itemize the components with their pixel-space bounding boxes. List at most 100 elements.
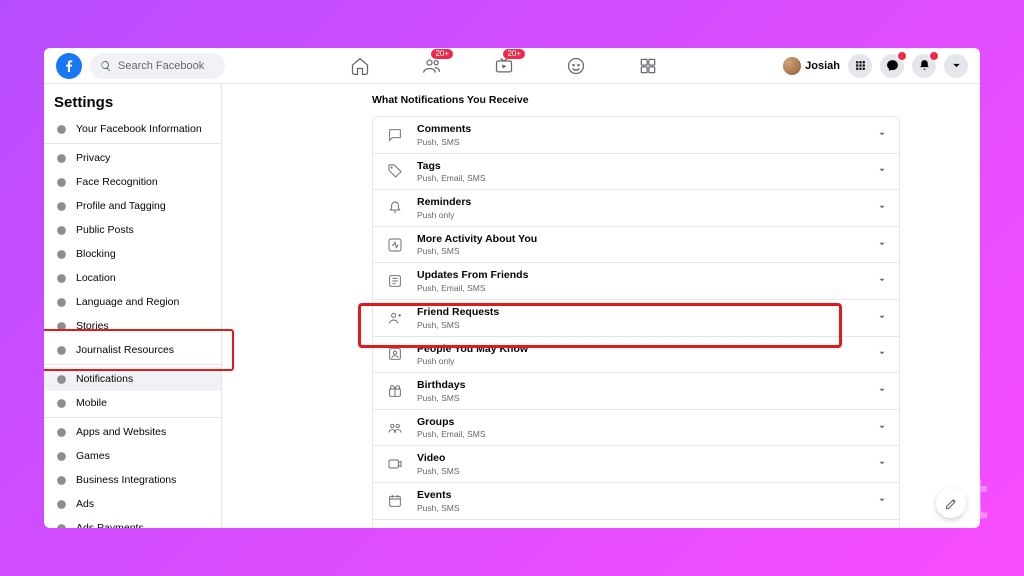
gift-icon <box>385 381 405 401</box>
sidebar-item-mobile[interactable]: Mobile <box>44 391 221 415</box>
notification-subtitle: Push, SMS <box>417 393 865 403</box>
messenger-button[interactable] <box>880 54 904 78</box>
sidebar-item-apps-and-websites[interactable]: Apps and Websites <box>44 420 221 444</box>
sidebar-item-ads[interactable]: Ads <box>44 492 221 516</box>
notification-subtitle: Push, Email, SMS <box>417 173 865 183</box>
sidebar-item-label: Public Posts <box>76 224 134 236</box>
notification-row-people-you-may-know[interactable]: People You May KnowPush only <box>373 337 899 374</box>
sidebar-item-icon <box>54 271 68 285</box>
notification-title: Groups <box>417 416 865 429</box>
sidebar-item-label: Stories <box>76 320 109 332</box>
sidebar-item-business-integrations[interactable]: Business Integrations <box>44 468 221 492</box>
notification-row-reminders[interactable]: RemindersPush only <box>373 190 899 227</box>
sidebar-item-label: Notifications <box>76 373 133 385</box>
people-icon <box>385 344 405 364</box>
sidebar-item-face-recognition[interactable]: Face Recognition <box>44 170 221 194</box>
notification-row-birthdays[interactable]: BirthdaysPush, SMS <box>373 373 899 410</box>
notification-title: More Activity About You <box>417 233 865 246</box>
chevron-down-icon <box>877 419 887 437</box>
tag-icon <box>385 161 405 181</box>
right-icons: Josiah <box>783 54 968 78</box>
sidebar-item-label: Location <box>76 272 116 284</box>
sidebar-item-label: Journalist Resources <box>76 344 174 356</box>
search-placeholder: Search Facebook <box>118 60 204 72</box>
chevron-down-icon <box>877 492 887 510</box>
sidebar-title: Settings <box>44 90 221 117</box>
sidebar-item-privacy[interactable]: Privacy <box>44 146 221 170</box>
nav-groups[interactable] <box>565 55 587 77</box>
profile-chip[interactable]: Josiah <box>783 57 840 75</box>
notification-subtitle: Push only <box>417 356 865 366</box>
sidebar-item-stories[interactable]: Stories <box>44 314 221 338</box>
sidebar-item-icon <box>54 122 68 136</box>
sidebar-item-icon <box>54 396 68 410</box>
notification-row-video[interactable]: VideoPush, SMS <box>373 446 899 483</box>
sidebar-item-icon <box>54 521 68 528</box>
notification-title: Birthdays <box>417 379 865 392</box>
chevron-down-icon <box>877 272 887 290</box>
notification-row-updates-from-friends[interactable]: Updates From FriendsPush, Email, SMS <box>373 263 899 300</box>
notification-text: Updates From FriendsPush, Email, SMS <box>417 269 865 293</box>
nav-watch-badge: 20+ <box>503 49 525 60</box>
sidebar-item-public-posts[interactable]: Public Posts <box>44 218 221 242</box>
notification-row-groups[interactable]: GroupsPush, Email, SMS <box>373 410 899 447</box>
sidebar-item-games[interactable]: Games <box>44 444 221 468</box>
sidebar-item-icon <box>54 372 68 386</box>
notification-title: Pages You Manage <box>417 526 865 528</box>
search-input[interactable]: Search Facebook <box>90 53 225 79</box>
notification-text: Friend RequestsPush, SMS <box>417 306 865 330</box>
sidebar-item-label: Business Integrations <box>76 474 176 486</box>
sidebar-item-label: Your Facebook Information <box>76 123 202 135</box>
nav-gaming[interactable] <box>637 55 659 77</box>
notification-title: Updates From Friends <box>417 269 865 282</box>
sidebar-item-icon <box>54 175 68 189</box>
notification-title: Reminders <box>417 196 865 209</box>
sidebar-item-label: Mobile <box>76 397 107 409</box>
sidebar-item-ads-payments[interactable]: Ads Payments <box>44 516 221 528</box>
notification-subtitle: Push, SMS <box>417 320 865 330</box>
edit-fab[interactable] <box>936 488 966 518</box>
notification-text: CommentsPush, SMS <box>417 123 865 147</box>
sidebar-item-location[interactable]: Location <box>44 266 221 290</box>
notification-row-more-activity-about-you[interactable]: More Activity About YouPush, SMS <box>373 227 899 264</box>
sidebar-item-label: Games <box>76 450 110 462</box>
notifications-badge <box>929 51 939 61</box>
notification-row-tags[interactable]: TagsPush, Email, SMS <box>373 154 899 191</box>
notification-subtitle: Push, SMS <box>417 246 865 256</box>
sidebar-item-notifications[interactable]: Notifications <box>44 367 221 391</box>
account-dropdown[interactable] <box>944 54 968 78</box>
nav-home[interactable] <box>349 55 371 77</box>
sidebar-item-icon <box>54 247 68 261</box>
chevron-down-icon <box>877 126 887 144</box>
notification-row-friend-requests[interactable]: Friend RequestsPush, SMS <box>373 300 899 337</box>
notification-subtitle: Push only <box>417 210 865 220</box>
sidebar-item-profile-and-tagging[interactable]: Profile and Tagging <box>44 194 221 218</box>
notification-title: Tags <box>417 160 865 173</box>
user-name: Josiah <box>805 60 840 72</box>
notification-row-comments[interactable]: CommentsPush, SMS <box>373 117 899 154</box>
notification-subtitle: Push, SMS <box>417 466 865 476</box>
nav-friends[interactable]: 20+ <box>421 55 443 77</box>
menu-button[interactable] <box>848 54 872 78</box>
notification-row-pages-you-manage[interactable]: Pages You ManagePush, Email, SMS <box>373 520 899 528</box>
sidebar-item-language-and-region[interactable]: Language and Region <box>44 290 221 314</box>
notification-text: TagsPush, Email, SMS <box>417 160 865 184</box>
nav-watch[interactable]: 20+ <box>493 55 515 77</box>
section-title: What Notifications You Receive <box>372 94 900 106</box>
nav-friends-badge: 20+ <box>431 49 453 60</box>
chevron-down-icon <box>877 455 887 473</box>
chevron-down-icon <box>877 309 887 327</box>
chevron-down-icon <box>877 236 887 254</box>
sidebar-item-icon <box>54 199 68 213</box>
facebook-logo[interactable] <box>56 53 82 79</box>
notifications-button[interactable] <box>912 54 936 78</box>
chevron-down-icon <box>877 345 887 363</box>
notification-row-events[interactable]: EventsPush, SMS <box>373 483 899 520</box>
sidebar-item-blocking[interactable]: Blocking <box>44 242 221 266</box>
sidebar-item-journalist-resources[interactable]: Journalist Resources <box>44 338 221 362</box>
sidebar-item-your-facebook-information[interactable]: Your Facebook Information <box>44 117 221 141</box>
sidebar-item-icon <box>54 295 68 309</box>
sidebar-item-icon <box>54 449 68 463</box>
notification-text: Pages You ManagePush, Email, SMS <box>417 526 865 528</box>
friend-icon <box>385 308 405 328</box>
